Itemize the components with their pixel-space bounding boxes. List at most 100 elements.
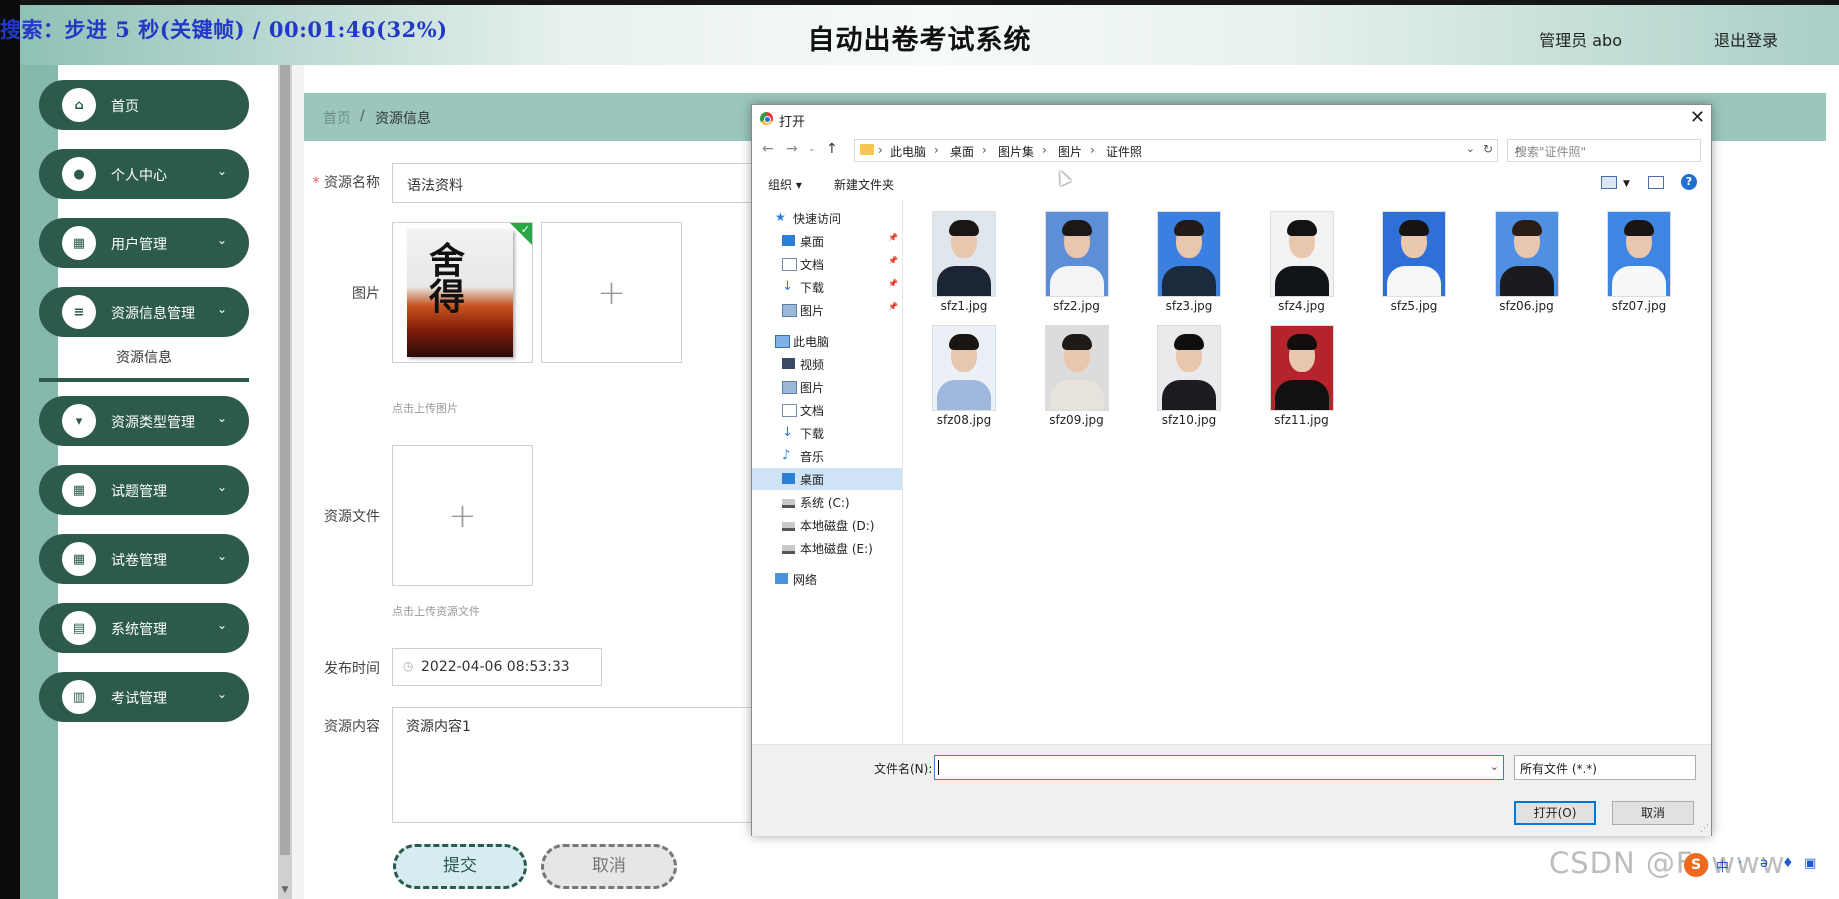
resize-grip-icon[interactable]: ⋰ — [1700, 824, 1709, 834]
path-arrow-icon: › — [1090, 143, 1095, 157]
file-thumbnail[interactable]: sfz07.jpg — [1593, 211, 1685, 321]
tray-item[interactable]: · — [1738, 856, 1742, 871]
nav-item[interactable]: ↓ 下载 📌 — [752, 276, 902, 298]
navigation-pane: ★ 快速访问 桌面 📌 文档 📌 ↓ 下载 📌 图片 📌 此电脑 视频 图片 文档 ↓ 下载 ♪ 音乐 桌面 系统 (C… — [752, 199, 903, 744]
file-thumbnail[interactable]: sfz1.jpg — [918, 211, 1010, 321]
nav-item[interactable]: ↓ 下载 — [752, 422, 902, 444]
nav-item[interactable]: ★ 快速访问 — [752, 207, 902, 229]
sidebar-item-label: 用户管理 — [111, 237, 167, 253]
nav-item[interactable]: 视频 — [752, 353, 902, 375]
path-segment[interactable]: 图片集 — [998, 143, 1034, 160]
filetype-select[interactable]: 所有文件 (*.*) ⌄ — [1514, 755, 1696, 780]
dialog-titlebar[interactable]: 打开 ✕ — [752, 105, 1711, 133]
search-box[interactable]: 搜索"证件照" ⌕ — [1507, 139, 1701, 162]
content-textarea[interactable]: 资源内容1 — [392, 707, 754, 823]
nav-item[interactable]: 网络 — [752, 568, 902, 590]
nav-item[interactable]: 系统 (C:) — [752, 491, 902, 513]
file-thumbnail[interactable]: sfz06.jpg — [1481, 211, 1573, 321]
view-dropdown-icon[interactable]: ▼ — [1623, 179, 1630, 189]
nav-item[interactable]: 本地磁盘 (D:) — [752, 514, 902, 536]
sidebar-item-7[interactable]: ▤ 系统管理 ⌄ — [39, 603, 249, 653]
view-options-icon[interactable] — [1601, 176, 1617, 189]
organize-menu[interactable]: 组织 ▾ — [768, 176, 802, 193]
nav-item[interactable]: 本地磁盘 (E:) — [752, 537, 902, 559]
help-icon[interactable]: ? — [1681, 174, 1697, 190]
uploaded-image-preview[interactable]: 舍 得 ✓ — [392, 222, 533, 363]
nav-item[interactable]: 桌面 📌 — [752, 230, 902, 252]
file-thumbnail[interactable]: sfz09.jpg — [1031, 325, 1123, 435]
nav-item[interactable]: 此电脑 — [752, 330, 902, 352]
check-icon: ✓ — [520, 223, 530, 236]
user-icon: ● — [62, 157, 96, 191]
path-segment[interactable]: 此电脑 — [890, 143, 926, 160]
dialog-cancel-button[interactable]: 取消 — [1612, 801, 1694, 825]
nav-item-label: 图片 — [800, 304, 825, 318]
forward-arrow-icon[interactable]: → — [786, 141, 798, 157]
file-thumbnail[interactable]: sfz2.jpg — [1031, 211, 1123, 321]
sidebar-item-label: 资源信息管理 — [111, 306, 195, 322]
nav-item[interactable]: ♪ 音乐 — [752, 445, 902, 467]
tray-item[interactable]: ə — [1760, 856, 1768, 871]
new-folder-button[interactable]: 新建文件夹 — [834, 176, 894, 193]
path-segment[interactable]: 证件照 — [1106, 143, 1142, 160]
tray-item[interactable]: ▣ — [1804, 856, 1816, 871]
nav-item[interactable]: 图片 — [752, 376, 902, 398]
file-thumbnail[interactable]: sfz10.jpg — [1143, 325, 1235, 435]
publish-time-picker[interactable]: ◷ 2022-04-06 08:53:33 — [392, 648, 602, 686]
sidebar-item-6[interactable]: ▦ 试卷管理 ⌄ — [39, 534, 249, 584]
file-thumbnail[interactable]: sfz4.jpg — [1256, 211, 1348, 321]
open-button[interactable]: 打开(O) — [1514, 801, 1596, 825]
nav-item-label: 图片 — [800, 381, 825, 395]
refresh-icon[interactable]: ↻ — [1483, 142, 1493, 156]
recent-dropdown-icon[interactable]: ⌄ — [808, 144, 816, 154]
file-thumbnail[interactable]: sfz3.jpg — [1143, 211, 1235, 321]
pin-icon: 📌 — [888, 279, 898, 288]
nav-item[interactable]: 图片 📌 — [752, 299, 902, 321]
file-thumbnail[interactable]: sfz5.jpg — [1368, 211, 1460, 321]
scrollbar-thumb[interactable] — [280, 65, 290, 855]
document-icon — [782, 258, 797, 271]
sidebar-item-1[interactable]: ● 个人中心 ⌄ — [39, 149, 249, 199]
back-arrow-icon[interactable]: ← — [762, 141, 774, 157]
logout-link[interactable]: 退出登录 — [1714, 27, 1778, 51]
sidebar-item-0[interactable]: ⌂ 首页 — [39, 80, 249, 130]
resource-name-label-text: 资源名称 — [324, 175, 380, 191]
sidebar-item-3[interactable]: ≡ 资源信息管理 ⌄ — [39, 287, 249, 337]
sidebar-item-2[interactable]: ▦ 用户管理 ⌄ — [39, 218, 249, 268]
submit-button[interactable]: 提交 — [393, 844, 527, 889]
drive-icon — [782, 545, 795, 554]
sidebar-item-label: 考试管理 — [111, 691, 167, 707]
path-segment[interactable]: 桌面 — [950, 143, 974, 160]
address-dropdown-icon[interactable]: ⌄ — [1466, 142, 1475, 155]
path-arrow-icon: › — [934, 143, 939, 157]
path-segment[interactable]: 图片 — [1058, 143, 1082, 160]
path-arrow-icon: › — [982, 143, 987, 157]
up-arrow-icon[interactable]: ↑ — [826, 141, 838, 157]
resource-name-input[interactable]: 语法资料 — [392, 163, 754, 203]
file-upload-button[interactable]: + — [392, 445, 533, 586]
sidebar-item-8[interactable]: ▥ 考试管理 ⌄ — [39, 672, 249, 722]
breadcrumb-home[interactable]: 首页 — [323, 108, 351, 128]
filename-input[interactable]: ⌄ — [934, 755, 1504, 780]
nav-item-label: 网络 — [793, 573, 818, 587]
nav-item[interactable]: 桌面 — [752, 468, 902, 490]
image-upload-button[interactable]: + — [541, 222, 682, 363]
file-thumbnail[interactable]: sfz11.jpg — [1256, 325, 1348, 435]
sidebar-item-4[interactable]: ▾ 资源类型管理 ⌄ — [39, 396, 249, 446]
preview-pane-icon[interactable] — [1648, 176, 1664, 189]
cancel-button[interactable]: 取消 — [541, 844, 677, 889]
address-bar[interactable]: › 此电脑 › 桌面 › 图片集 › 图片 › 证件照 ⌄ ↻ — [854, 139, 1498, 162]
sidebar-item-5[interactable]: ▦ 试题管理 ⌄ — [39, 465, 249, 515]
tray-item[interactable]: ♦ — [1782, 856, 1794, 871]
scroll-down-arrow[interactable]: ▼ — [278, 885, 292, 899]
sidebar-subitem-resource-info[interactable]: 资源信息 — [39, 340, 249, 382]
filename-dropdown-icon[interactable]: ⌄ — [1490, 760, 1499, 773]
file-thumbnail[interactable]: sfz08.jpg — [918, 325, 1010, 435]
nav-item[interactable]: 文档 — [752, 399, 902, 421]
music-icon: ♪ — [782, 448, 791, 463]
nav-item[interactable]: 文档 📌 — [752, 253, 902, 275]
sogou-logo-icon[interactable]: S — [1684, 853, 1708, 877]
tray-item[interactable]: 中 — [1716, 856, 1729, 875]
file-name: sfz2.jpg — [1053, 299, 1100, 313]
close-icon[interactable]: ✕ — [1690, 107, 1705, 128]
